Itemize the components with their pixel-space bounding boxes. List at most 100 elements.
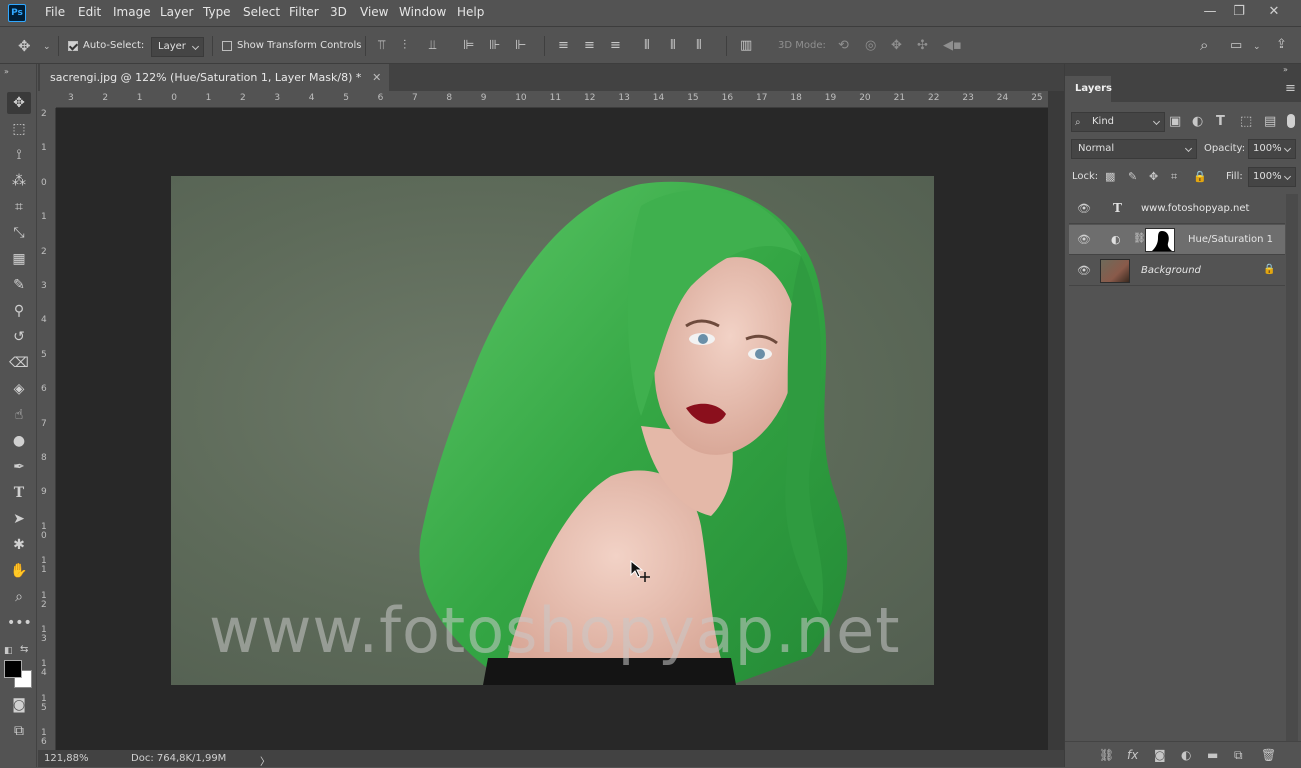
visibility-eye-icon[interactable]: 👁 (1077, 203, 1091, 215)
3d-scale-icon[interactable]: ◀▪ (943, 39, 962, 53)
menu-filter[interactable]: Filter (289, 5, 319, 19)
close-window-button[interactable]: ✕ (1260, 2, 1288, 22)
blend-mode-dropdown[interactable]: Normal (1071, 139, 1197, 159)
dodge-tool-icon[interactable]: ● (7, 430, 31, 452)
menu-3d[interactable]: 3D (330, 5, 347, 19)
close-tab-icon[interactable]: ✕ (372, 64, 381, 91)
document-tab[interactable]: sacrengi.jpg @ 122% (Hue/Saturation 1, L… (40, 64, 390, 91)
quick-mask-icon[interactable]: ◙ (7, 694, 31, 716)
align-left-icon[interactable]: ⊫ (463, 39, 474, 53)
workspace-chevron-icon[interactable]: ⌄ (1253, 40, 1261, 54)
workspace-icon[interactable]: ▭ (1230, 39, 1242, 53)
filter-type-icon[interactable]: T (1216, 115, 1225, 129)
collapse-arrows-icon[interactable]: » (4, 65, 9, 79)
custom-shape-tool-icon[interactable]: ✱ (7, 534, 31, 556)
layer-name[interactable]: www.fotoshopyap.net (1141, 203, 1249, 214)
zoom-tool-icon[interactable]: ⌕ (7, 586, 31, 608)
zoom-level[interactable]: 121,88% (44, 753, 89, 764)
filter-smart-object-icon[interactable]: ▤ (1264, 115, 1276, 129)
link-layers-icon[interactable]: ⛓ (1099, 748, 1114, 762)
filter-pixel-icon[interactable]: ▣ (1169, 115, 1181, 129)
path-selection-tool-icon[interactable]: ➤ (7, 508, 31, 530)
visibility-eye-icon[interactable]: 👁 (1077, 265, 1091, 277)
filter-toggle[interactable] (1287, 114, 1295, 128)
3d-slide-icon[interactable]: ✣ (917, 39, 928, 53)
ruler-origin[interactable] (38, 91, 56, 108)
type-tool-icon[interactable]: T (7, 482, 31, 504)
clone-stamp-tool-icon[interactable]: ⚲ (7, 300, 31, 322)
menu-edit[interactable]: Edit (78, 5, 101, 19)
smudge-tool-icon[interactable]: ☝ (7, 404, 31, 426)
lock-image-icon[interactable]: ✎ (1128, 170, 1137, 184)
layer-row-hue-saturation[interactable]: 👁 ◐ ⛓ Hue/Saturation 1 (1069, 225, 1285, 255)
lock-all-icon[interactable]: 🔒 (1193, 170, 1207, 184)
lasso-tool-icon[interactable]: ⟟ (7, 144, 31, 166)
screen-mode-icon[interactable]: ⧉ (7, 720, 31, 742)
filter-adjustment-icon[interactable]: ◐ (1192, 115, 1203, 129)
3d-pan-icon[interactable]: ✥ (891, 39, 902, 53)
distribute-right-icon[interactable]: ⦀ (696, 39, 702, 53)
align-right-icon[interactable]: ⊩ (515, 39, 526, 53)
auto-select-dropdown[interactable]: Layer (151, 37, 204, 57)
expand-panels-icon[interactable]: » (1283, 63, 1288, 77)
move-tool-icon[interactable]: ✥ (7, 92, 31, 114)
restore-button[interactable]: ❐ (1225, 2, 1253, 22)
menu-file[interactable]: File (45, 5, 65, 19)
lock-icon[interactable]: 🔒 (1263, 264, 1275, 275)
new-adjustment-icon[interactable]: ◐ (1181, 748, 1191, 762)
brush-tool-icon[interactable]: ✎ (7, 274, 31, 296)
show-transform-checkbox[interactable] (222, 41, 232, 51)
eyedropper-tool-icon[interactable]: ⤡ (7, 222, 31, 244)
align-top-icon[interactable]: ⫪ (378, 39, 385, 53)
lock-artboard-icon[interactable]: ⌗ (1171, 170, 1177, 184)
layer-name[interactable]: Hue/Saturation 1 (1188, 234, 1273, 245)
visibility-eye-icon[interactable]: 👁 (1077, 234, 1091, 246)
menu-view[interactable]: View (360, 5, 388, 19)
distribute-hcenter-icon[interactable]: ⦀ (670, 39, 676, 53)
ruler-horizontal[interactable]: 3 2 1 0 1 2 3 4 5 6 7 8 9 10 11 12 13 14 15 16 17 18 19 20 21 22 2… (56, 91, 1048, 108)
history-brush-tool-icon[interactable]: ↺ (7, 326, 31, 348)
ruler-vertical[interactable]: 2101234567891 01 11 21 31 41 51 6 (38, 108, 56, 750)
menu-type[interactable]: Type (203, 5, 231, 19)
marquee-tool-icon[interactable]: ⬚ (7, 118, 31, 140)
layer-mask-thumbnail[interactable] (1145, 228, 1175, 252)
3d-roll-icon[interactable]: ◎ (865, 39, 876, 53)
foreground-color-swatch[interactable] (4, 660, 22, 678)
panel-menu-icon[interactable]: ≡ (1285, 82, 1296, 96)
menu-window[interactable]: Window (399, 5, 446, 19)
healing-brush-tool-icon[interactable]: ▦ (7, 248, 31, 270)
magic-wand-tool-icon[interactable]: ⁂ (7, 170, 31, 192)
default-colors-icon[interactable]: ◧ (4, 644, 13, 658)
lock-position-icon[interactable]: ✥ (1149, 170, 1158, 184)
distribute-top-icon[interactable]: ≡ (558, 39, 569, 53)
status-menu-arrow[interactable]: 〉 (260, 753, 270, 768)
auto-select-checkbox[interactable] (68, 41, 78, 51)
opacity-input[interactable]: 100% (1248, 139, 1296, 159)
layer-style-icon[interactable]: fx (1127, 748, 1138, 762)
layers-scrollbar[interactable] (1286, 194, 1298, 741)
vertical-scrollbar[interactable] (1048, 91, 1064, 750)
document-image[interactable]: www.fotoshopyap.net (171, 176, 934, 685)
swap-colors-icon[interactable]: ⇆ (20, 643, 28, 657)
align-bottom-icon[interactable]: ⫫ (429, 39, 436, 53)
align-vcenter-icon[interactable]: ⫶ (403, 39, 406, 53)
share-icon[interactable]: ⇪ (1276, 38, 1287, 52)
hand-tool-icon[interactable]: ✋ (7, 560, 31, 582)
layer-row-background[interactable]: 👁 Background 🔒 (1069, 256, 1285, 286)
align-hcenter-icon[interactable]: ⊪ (489, 39, 500, 53)
distribute-left-icon[interactable]: ⦀ (644, 39, 650, 53)
search-icon[interactable]: ⌕ (1200, 38, 1208, 53)
auto-align-icon[interactable]: ▥ (740, 39, 752, 53)
move-tool-icon[interactable]: ✥ (18, 39, 31, 54)
crop-tool-icon[interactable]: ⌗ (7, 196, 31, 218)
menu-help[interactable]: Help (457, 5, 484, 19)
distribute-bottom-icon[interactable]: ≡ (610, 39, 621, 53)
eraser-tool-icon[interactable]: ⌫ (7, 352, 31, 374)
filter-shape-icon[interactable]: ⬚ (1240, 115, 1252, 129)
add-mask-icon[interactable]: ◙ (1154, 748, 1166, 762)
layer-row-text[interactable]: 👁 T www.fotoshopyap.net (1069, 194, 1285, 224)
fill-input[interactable]: 100% (1248, 167, 1296, 187)
layer-name[interactable]: Background (1141, 265, 1201, 276)
menu-image[interactable]: Image (113, 5, 151, 19)
menu-select[interactable]: Select (243, 5, 280, 19)
